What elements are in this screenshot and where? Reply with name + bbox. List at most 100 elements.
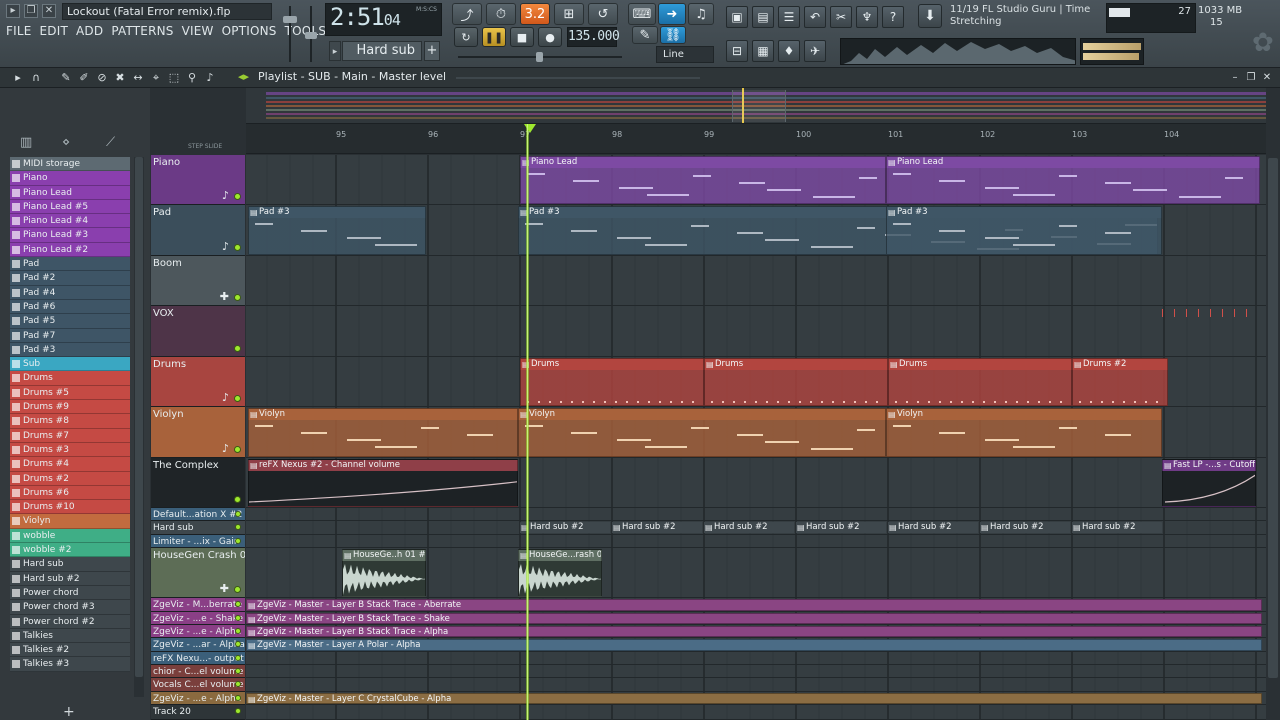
playlist-menu-icon[interactable]: ▸ [10,70,26,86]
playlist-clip[interactable]: ZgeViz - Master - Layer B Stack Trace - … [246,599,1262,611]
magnet-icon[interactable]: ∩ [28,70,44,86]
track-mute-led[interactable] [235,655,241,661]
playlist-vertical-scrollbar[interactable] [1266,88,1280,720]
playlist-clip[interactable]: Pad #3 [886,206,1162,255]
close-playlist-icon[interactable]: ✕ [1260,71,1274,85]
playlist-clip[interactable]: Drums [704,358,888,406]
menu-patterns[interactable]: PATTERNS [111,22,173,40]
playlist-clip[interactable]: Hard sub #2Hard sub #2Hard sub #2Hard su… [520,522,1162,534]
audio-tab-icon[interactable]: ⋄ [62,135,70,150]
blend-notes-button[interactable]: ♫ [688,3,714,25]
microphone-button[interactable]: ♆ [856,6,878,28]
pattern-item[interactable]: Hard sub #2 [10,571,130,586]
timeline-ruler[interactable]: 9596979899100101102103104 [246,124,1266,154]
pattern-item[interactable]: Pad #4 [10,285,130,300]
track-header[interactable]: Boom ✚ [151,256,245,306]
track-header[interactable]: ZgeViz - ...e - Alpha [151,692,245,705]
playlist-clip[interactable]: Fast LP -...s - Cutoff [1162,459,1256,507]
playlist-clip[interactable]: Drums [888,358,1072,406]
track-lane[interactable] [246,678,1266,692]
pattern-selector[interactable]: Hard sub [342,41,422,61]
undo-button[interactable]: ↶ [804,6,826,28]
playlist-clip[interactable]: Piano Lead [520,156,886,204]
track-header[interactable]: Hard sub [151,521,245,535]
track-header[interactable]: Pad ♪ [151,205,245,256]
cut-button[interactable]: ✂ [830,6,852,28]
track-mute-led[interactable] [235,538,241,544]
pattern-selector-arrow[interactable]: ▸ [329,41,341,61]
wait-input-button[interactable]: ⊞ [554,3,584,25]
track-header[interactable]: The Complex [151,458,245,508]
pattern-item[interactable]: Power chord #3 [10,600,130,615]
song-time-display[interactable]: 2:5104 M:S:CS [325,3,442,36]
pattern-item[interactable]: Talkies #2 [10,643,130,658]
track-lane[interactable] [246,508,1266,521]
tempo-tool-icon[interactable]: ◂▸ [238,70,249,83]
track-header[interactable]: ZgeViz - ...e - Alpha [151,625,245,638]
zoom-tool-icon[interactable]: ⚲ [184,70,200,86]
tempo-slider[interactable] [458,52,622,62]
pattern-item[interactable]: Pad #5 [10,314,130,329]
comment-button[interactable]: ☰ [778,6,800,28]
track-header[interactable]: Violyn ♪ [151,407,245,458]
menu-edit[interactable]: EDIT [40,22,69,40]
pattern-item[interactable]: Pad #2 [10,271,130,286]
piano-keyboard-button[interactable]: ⌨ [628,3,656,25]
download-icon[interactable]: ⬇ [918,4,942,28]
pattern-item[interactable]: Piano Lead #4 [10,214,130,229]
channel-rack-button[interactable]: ▦ [752,40,774,62]
menu-options[interactable]: OPTIONS [222,22,277,40]
track-header[interactable]: HouseGen Crash 01 #2 ✚ [151,548,245,598]
track-mute-led[interactable] [235,601,241,607]
menu-file[interactable]: FILE [6,22,32,40]
pattern-item[interactable]: Pad #3 [10,342,130,358]
overview-view-window[interactable] [732,90,786,122]
pointer-tool-button[interactable]: ➜ [658,3,686,25]
pattern-item[interactable]: Power chord #2 [10,614,130,629]
track-mute-led[interactable] [234,294,241,301]
snap-selector[interactable]: Line [656,46,714,63]
song-overview[interactable] [246,88,1266,124]
pattern-tab-icon[interactable]: ▥ [20,135,32,150]
track-header[interactable]: Piano ♪ [151,155,245,205]
pattern-item[interactable]: Drums #5 [10,385,130,401]
minimize-icon[interactable]: – [1228,71,1242,85]
track-mute-led[interactable] [235,524,241,530]
pattern-item[interactable]: Drums #7 [10,428,130,443]
record-button[interactable]: ● [538,27,562,47]
record-speed-button[interactable]: 3.2 [520,3,550,25]
track-mute-led[interactable] [234,496,241,503]
track-header[interactable]: ZgeViz - ...e - Shake [151,612,245,625]
window-menu-icon[interactable]: ▸ [6,4,20,18]
select-tool-icon[interactable]: ⬚ [166,70,182,86]
playlist-clip[interactable]: Violyn [518,408,886,457]
slip-tool-icon[interactable]: ↔ [130,70,146,86]
track-mute-led[interactable] [235,708,241,714]
track-header[interactable]: reFX Nexu...- output [151,652,245,665]
track-header[interactable]: Drums ♪ [151,357,245,407]
mixer-button[interactable]: ⊟ [726,40,748,62]
playlist-clip[interactable]: reFX Nexus #2 - Channel volume [248,459,518,507]
track-header[interactable]: VOX [151,306,245,357]
playlist-grid[interactable]: Piano LeadPiano LeadPad #3Pad #3Pad #3Dr… [246,155,1266,720]
pattern-item[interactable]: Drums #2 [10,471,130,486]
playlist-clip[interactable]: ZgeViz - Master - Layer B Stack Trace - … [246,626,1262,637]
pattern-song-toggle[interactable]: ↻ [454,27,478,47]
add-pattern-button[interactable]: + [424,41,440,61]
master-pitch-slider[interactable] [305,4,317,64]
pattern-item[interactable]: Sub [10,357,130,372]
pattern-item[interactable]: Piano Lead #2 [10,242,130,258]
track-header[interactable]: Limiter - ...ix - Gain [151,535,245,548]
metronome-button[interactable]: ⏱ [486,3,516,25]
track-mute-led[interactable] [235,511,241,517]
pattern-item[interactable]: Drums #10 [10,500,130,515]
pattern-item[interactable]: wobble [10,528,130,544]
plugin-picker-button[interactable]: ♦ [778,40,800,62]
playlist-clip[interactable]: Violyn [886,408,1162,457]
playlist-clip[interactable]: ZgeViz - Master - Layer A Polar - Alpha [246,639,1262,651]
typing-keyboard-button[interactable]: ⤴ [452,3,482,25]
browser-button[interactable]: ✈ [804,40,826,62]
track-mute-led[interactable] [235,615,241,621]
track-header[interactable]: ZgeViz - M...berrate [151,598,245,612]
oscilloscope-panel[interactable] [840,38,1076,65]
